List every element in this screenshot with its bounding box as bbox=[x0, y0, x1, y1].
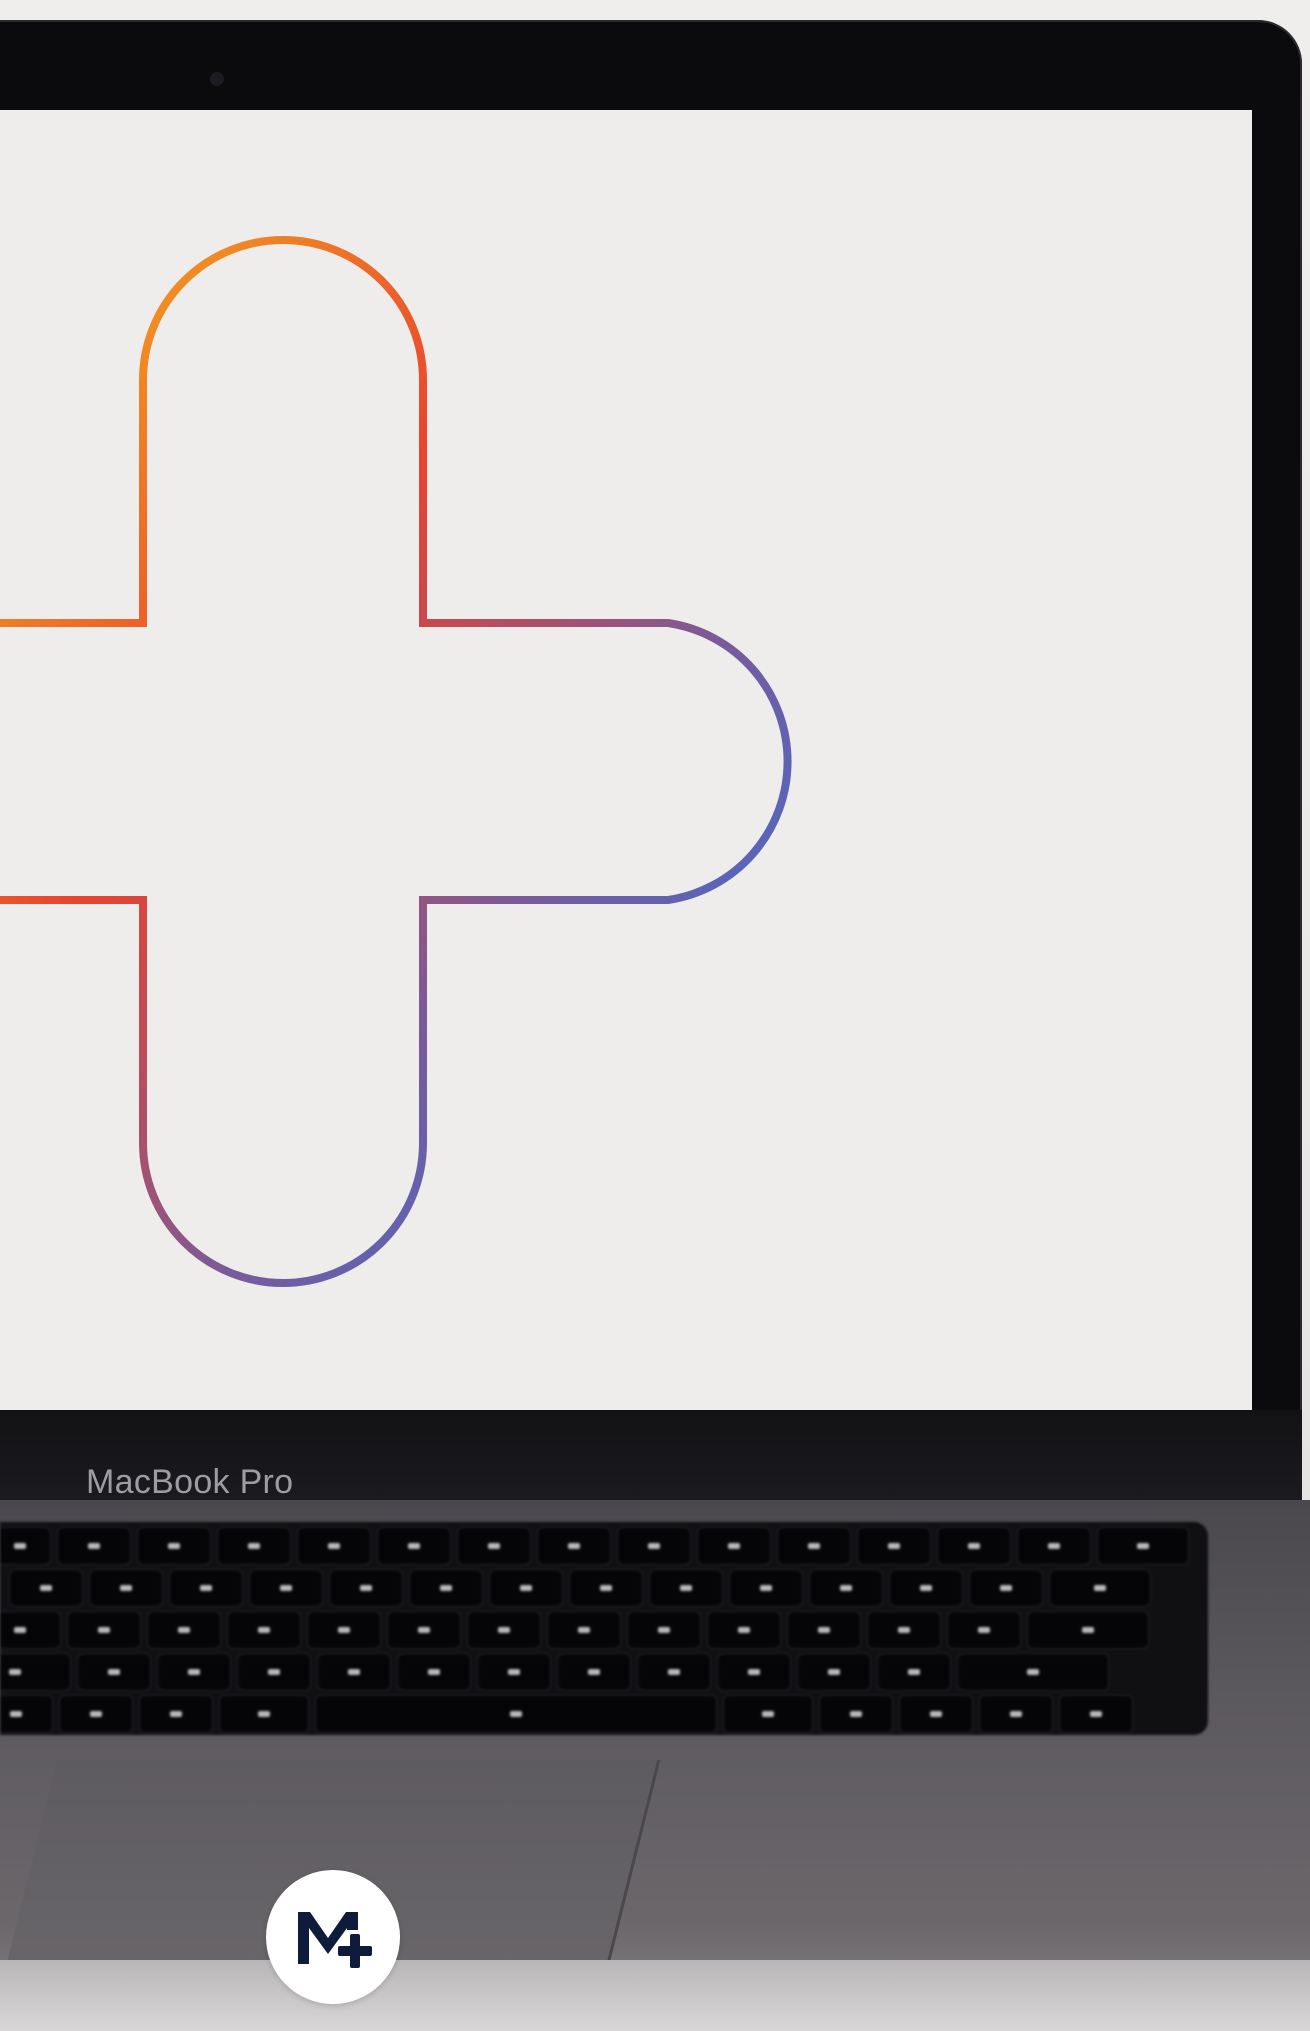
key bbox=[1050, 1570, 1150, 1606]
plus-outline-icon bbox=[0, 236, 792, 1287]
key bbox=[938, 1528, 1010, 1564]
key bbox=[708, 1612, 780, 1648]
m-plus-mark bbox=[298, 1912, 372, 1968]
keyboard bbox=[0, 1522, 1208, 1735]
key bbox=[788, 1612, 860, 1648]
key bbox=[78, 1654, 150, 1690]
key bbox=[890, 1570, 962, 1606]
key bbox=[718, 1654, 790, 1690]
key bbox=[60, 1696, 132, 1732]
key bbox=[958, 1654, 1108, 1690]
key bbox=[140, 1696, 212, 1732]
base-edge bbox=[0, 1960, 1310, 2031]
key bbox=[1098, 1528, 1188, 1564]
key bbox=[458, 1528, 530, 1564]
key bbox=[698, 1528, 770, 1564]
key bbox=[148, 1612, 220, 1648]
key bbox=[0, 1696, 52, 1732]
key bbox=[68, 1612, 140, 1648]
key bbox=[228, 1612, 300, 1648]
key bbox=[170, 1570, 242, 1606]
laptop-screen bbox=[0, 110, 1252, 1410]
key bbox=[570, 1570, 642, 1606]
key bbox=[650, 1570, 722, 1606]
key bbox=[558, 1654, 630, 1690]
key bbox=[220, 1696, 308, 1732]
key-row bbox=[0, 1528, 1188, 1564]
key bbox=[1018, 1528, 1090, 1564]
key-row bbox=[0, 1612, 1148, 1648]
key bbox=[388, 1612, 460, 1648]
key bbox=[490, 1570, 562, 1606]
key bbox=[0, 1528, 50, 1564]
key bbox=[318, 1654, 390, 1690]
key bbox=[948, 1612, 1020, 1648]
key bbox=[308, 1612, 380, 1648]
key bbox=[298, 1528, 370, 1564]
key-row bbox=[0, 1696, 1132, 1732]
key bbox=[1028, 1612, 1148, 1648]
key-row bbox=[10, 1570, 1150, 1606]
key bbox=[900, 1696, 972, 1732]
key bbox=[618, 1528, 690, 1564]
key bbox=[468, 1612, 540, 1648]
key bbox=[970, 1570, 1042, 1606]
key bbox=[638, 1654, 710, 1690]
key bbox=[868, 1612, 940, 1648]
key bbox=[730, 1570, 802, 1606]
key bbox=[250, 1570, 322, 1606]
key bbox=[218, 1528, 290, 1564]
key bbox=[820, 1696, 892, 1732]
key bbox=[330, 1570, 402, 1606]
key bbox=[628, 1612, 700, 1648]
key bbox=[158, 1654, 230, 1690]
key bbox=[58, 1528, 130, 1564]
key bbox=[798, 1654, 870, 1690]
key bbox=[1060, 1696, 1132, 1732]
key bbox=[810, 1570, 882, 1606]
key bbox=[410, 1570, 482, 1606]
device-brand-label: MacBook Pro bbox=[86, 1463, 294, 1501]
key bbox=[138, 1528, 210, 1564]
key bbox=[0, 1654, 70, 1690]
key bbox=[878, 1654, 950, 1690]
key-row bbox=[0, 1654, 1108, 1690]
key bbox=[858, 1528, 930, 1564]
space-bar bbox=[316, 1696, 716, 1732]
key bbox=[238, 1654, 310, 1690]
key bbox=[90, 1570, 162, 1606]
key bbox=[10, 1570, 82, 1606]
key bbox=[538, 1528, 610, 1564]
m-plus-logo-icon bbox=[266, 1870, 400, 2004]
key bbox=[378, 1528, 450, 1564]
key bbox=[398, 1654, 470, 1690]
key bbox=[778, 1528, 850, 1564]
key bbox=[980, 1696, 1052, 1732]
key bbox=[478, 1654, 550, 1690]
key bbox=[0, 1612, 60, 1648]
key bbox=[724, 1696, 812, 1732]
webcam bbox=[210, 72, 224, 86]
laptop-photo: MacBook Pro bbox=[0, 0, 1310, 2031]
key bbox=[548, 1612, 620, 1648]
